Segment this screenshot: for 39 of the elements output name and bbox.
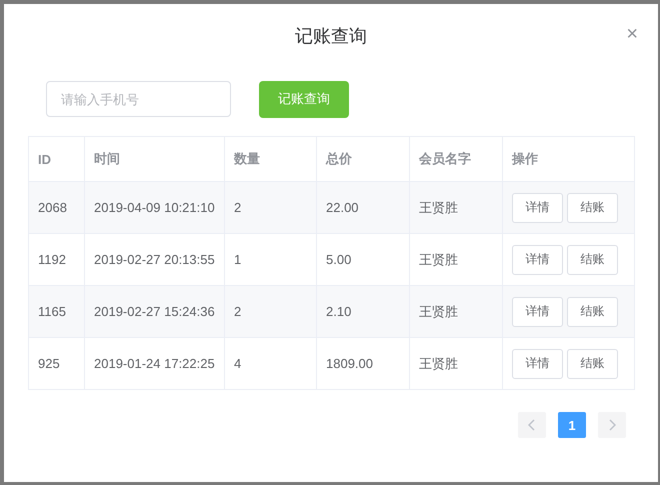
table-cell: 1 xyxy=(234,252,242,267)
column-header: 总价 xyxy=(326,151,352,166)
close-button[interactable]: × xyxy=(624,24,640,44)
details-button[interactable]: 详情 xyxy=(512,244,563,274)
column-header: 操作 xyxy=(512,151,538,166)
dialog-title: 记账查询 xyxy=(295,25,367,48)
table-cell: 2 xyxy=(234,200,242,215)
table-cell: 王贤胜 xyxy=(419,200,458,214)
chevron-right-icon xyxy=(608,419,616,431)
table-cell: 1192 xyxy=(38,252,66,267)
checkout-button[interactable]: 结账 xyxy=(567,244,618,274)
phone-input-field[interactable]: 请输入手机号 xyxy=(46,81,231,117)
table-cell: 925 xyxy=(38,356,60,371)
table-cell: 2068 xyxy=(38,200,67,215)
details-button[interactable]: 详情 xyxy=(512,192,563,222)
table-cell: 2.10 xyxy=(326,304,352,319)
table-cell: 22.00 xyxy=(326,200,359,215)
table-cell: 王贤胜 xyxy=(419,252,458,266)
table-cell: 2019-02-27 15:24:36 xyxy=(94,304,215,319)
table-cell: 4 xyxy=(234,356,242,371)
table-cell: 1809.00 xyxy=(326,356,373,371)
table-cell: 2019-04-09 10:21:10 xyxy=(94,200,215,215)
checkout-button[interactable]: 结账 xyxy=(567,348,618,378)
table-cell: 2 xyxy=(234,304,242,319)
checkout-button[interactable]: 结账 xyxy=(567,192,618,222)
table-cell: 5.00 xyxy=(326,252,352,267)
details-button[interactable]: 详情 xyxy=(512,296,563,326)
table-cell: 2019-01-24 17:22:25 xyxy=(94,356,215,371)
table-cell: 1165 xyxy=(38,304,66,319)
column-header: 时间 xyxy=(94,151,120,166)
checkout-button[interactable]: 结账 xyxy=(567,296,618,326)
column-header: 数量 xyxy=(234,151,260,166)
table-cell: 2019-02-27 20:13:55 xyxy=(94,252,215,267)
column-header: 会员名字 xyxy=(419,151,471,166)
table-cell: 王贤胜 xyxy=(419,304,458,318)
details-button[interactable]: 详情 xyxy=(512,348,563,378)
column-header: ID xyxy=(38,152,51,166)
chevron-left-icon xyxy=(528,419,536,431)
table-cell: 王贤胜 xyxy=(419,356,458,370)
